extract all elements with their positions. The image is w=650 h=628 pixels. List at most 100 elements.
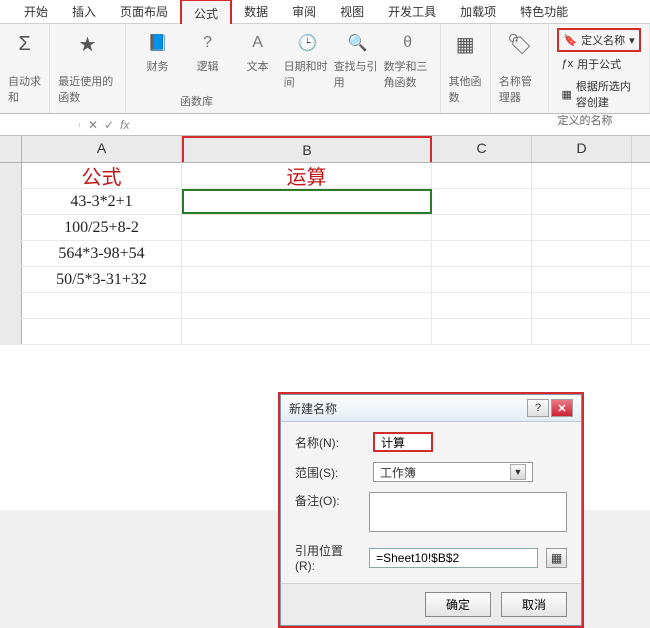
- dialog-titlebar[interactable]: 新建名称 ? ✕: [281, 395, 581, 422]
- more-label: 其他函数: [449, 73, 482, 109]
- col-header-B[interactable]: B: [182, 136, 432, 162]
- dialog-title-text: 新建名称: [289, 400, 337, 417]
- tab-view[interactable]: 视图: [328, 0, 376, 24]
- name-box[interactable]: [0, 123, 80, 127]
- comment-field-label: 备注(O):: [295, 492, 361, 509]
- tag-icon: 🔖: [563, 34, 577, 47]
- cell-D4[interactable]: [532, 241, 632, 266]
- name-manager-label: 名称管理器: [499, 73, 541, 109]
- cell-D2[interactable]: [532, 189, 632, 214]
- row-7: [0, 319, 650, 345]
- cell-C2[interactable]: [432, 189, 532, 214]
- row-2: 43-3*2+1: [0, 189, 650, 215]
- cell-C4[interactable]: [432, 241, 532, 266]
- tab-insert[interactable]: 插入: [60, 0, 108, 24]
- tab-formulas[interactable]: 公式: [180, 0, 232, 26]
- dialog-highlight: 新建名称 ? ✕ 名称(N): 范围(S): 工作簿 ▼: [278, 392, 584, 628]
- row-header[interactable]: [0, 215, 22, 240]
- ribbon-tabs: 开始 插入 页面布局 公式 数据 审阅 视图 开发工具 加载项 特色功能: [0, 0, 650, 24]
- comment-textarea[interactable]: [369, 492, 567, 532]
- confirm-formula-icon[interactable]: ✓: [104, 118, 114, 132]
- cell-C3[interactable]: [432, 215, 532, 240]
- cell-C6[interactable]: [432, 293, 532, 318]
- cell-B6[interactable]: [182, 293, 432, 318]
- recent-icon[interactable]: ★: [71, 28, 103, 60]
- cancel-button[interactable]: 取消: [501, 592, 567, 617]
- btn-lookup[interactable]: 🔍查找与引用: [334, 28, 382, 90]
- cell-A3[interactable]: 100/25+8-2: [22, 215, 182, 240]
- use-in-formula-label: 用于公式: [577, 56, 621, 72]
- sigma-icon[interactable]: Σ: [9, 28, 41, 60]
- cell-C7[interactable]: [432, 319, 532, 344]
- select-all-corner[interactable]: [0, 136, 22, 162]
- recent-label: 最近使用的函数: [58, 73, 116, 109]
- tab-home[interactable]: 开始: [12, 0, 60, 24]
- tab-review[interactable]: 审阅: [280, 0, 328, 24]
- name-manager-icon[interactable]: 🏷: [504, 28, 536, 60]
- row-header[interactable]: [0, 163, 22, 188]
- btn-datetime[interactable]: 🕒日期和时间: [284, 28, 332, 90]
- name-input[interactable]: [373, 432, 433, 452]
- logical-icon: ?: [196, 28, 220, 58]
- cell-C1[interactable]: [432, 163, 532, 188]
- cell-C5[interactable]: [432, 267, 532, 292]
- reference-input[interactable]: [369, 548, 538, 568]
- row-1: 公式 运算: [0, 163, 650, 189]
- col-header-C[interactable]: C: [432, 136, 532, 162]
- formula-bar: ✕ ✓ fx: [0, 114, 650, 136]
- cell-A7[interactable]: [22, 319, 182, 344]
- cell-D1[interactable]: [532, 163, 632, 188]
- row-header[interactable]: [0, 293, 22, 318]
- create-from-selection-button[interactable]: ▦ 根据所选内容创建: [557, 76, 641, 112]
- fx-icon[interactable]: fx: [120, 118, 129, 132]
- range-picker-button[interactable]: ▦: [546, 548, 567, 568]
- cell-D6[interactable]: [532, 293, 632, 318]
- cancel-formula-icon[interactable]: ✕: [88, 118, 98, 132]
- text-icon: A: [246, 28, 270, 58]
- cell-B3[interactable]: [182, 215, 432, 240]
- group-fn-library: 📘财务 ?逻辑 A文本 🕒日期和时间 🔍查找与引用 θ数学和三角函数: [126, 24, 441, 113]
- use-in-formula-button[interactable]: ƒx 用于公式: [557, 54, 641, 74]
- worksheet: A B C D 公式 运算 43-3*2+1 100/25+8-2 564*3-…: [0, 136, 650, 510]
- cell-D7[interactable]: [532, 319, 632, 344]
- cell-A2[interactable]: 43-3*2+1: [22, 189, 182, 214]
- btn-math[interactable]: θ数学和三角函数: [384, 28, 432, 90]
- tab-data[interactable]: 数据: [232, 0, 280, 24]
- cell-B5[interactable]: [182, 267, 432, 292]
- cell-D5[interactable]: [532, 267, 632, 292]
- btn-text[interactable]: A文本: [234, 28, 282, 90]
- cell-A6[interactable]: [22, 293, 182, 318]
- more-icon[interactable]: ▦: [449, 28, 481, 60]
- btn-logical[interactable]: ?逻辑: [184, 28, 232, 90]
- fx-badge-icon: ƒx: [561, 58, 573, 70]
- theta-icon: θ: [396, 28, 420, 58]
- cell-A1[interactable]: 公式: [22, 163, 182, 188]
- cell-B1[interactable]: 运算: [182, 163, 432, 188]
- cell-B4[interactable]: [182, 241, 432, 266]
- scope-field-label: 范围(S):: [295, 464, 365, 481]
- col-header-A[interactable]: A: [22, 136, 182, 162]
- define-name-button[interactable]: 🔖 定义名称 ▾: [557, 28, 641, 52]
- row-header[interactable]: [0, 319, 22, 344]
- tab-addins[interactable]: 加载项: [448, 0, 508, 24]
- group-recent: ★ 最近使用的函数: [50, 24, 125, 113]
- row-4: 564*3-98+54: [0, 241, 650, 267]
- row-header[interactable]: [0, 267, 22, 292]
- tab-developer[interactable]: 开发工具: [376, 0, 448, 24]
- btn-financial[interactable]: 📘财务: [134, 28, 182, 90]
- dialog-help-button[interactable]: ?: [527, 399, 549, 417]
- cell-D3[interactable]: [532, 215, 632, 240]
- tab-special[interactable]: 特色功能: [508, 0, 580, 24]
- cell-B7[interactable]: [182, 319, 432, 344]
- ok-button[interactable]: 确定: [425, 592, 491, 617]
- col-header-D[interactable]: D: [532, 136, 632, 162]
- row-header[interactable]: [0, 241, 22, 266]
- scope-select[interactable]: 工作簿 ▼: [373, 462, 533, 482]
- row-header[interactable]: [0, 189, 22, 214]
- cell-A5[interactable]: 50/5*3-31+32: [22, 267, 182, 292]
- cell-A4[interactable]: 564*3-98+54: [22, 241, 182, 266]
- fn-library-label: 函数库: [180, 93, 213, 113]
- tab-page-layout[interactable]: 页面布局: [108, 0, 180, 24]
- dialog-close-button[interactable]: ✕: [551, 399, 573, 417]
- cell-B2-selected[interactable]: [182, 189, 432, 214]
